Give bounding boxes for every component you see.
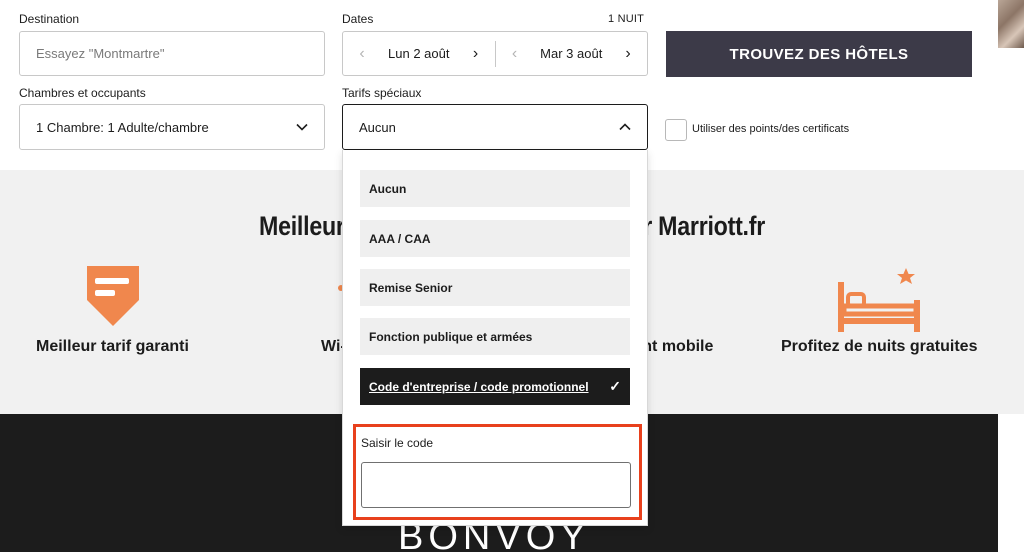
rooms-select[interactable]: 1 Chambre: 1 Adulte/chambre [19,104,325,150]
chevron-up-icon [619,121,631,133]
rate-option-senior[interactable]: Remise Senior [360,269,630,306]
promo-code-input[interactable] [361,462,631,508]
chevron-right-icon[interactable]: › [621,45,635,62]
code-entry-area: Saisir le code [353,424,642,520]
rate-option-label: Aucun [369,181,407,196]
checkout-date[interactable]: ‹ Mar 3 août › [496,32,648,75]
right-strip [998,414,1024,552]
rate-option-government[interactable]: Fonction publique et armées [360,318,630,355]
nights-count: 1 NUIT [608,13,645,25]
chevron-left-icon[interactable]: ‹ [508,45,522,62]
feature-label-price: Meilleur tarif garanti [36,338,189,355]
rooms-value: 1 Chambre: 1 Adulte/chambre [36,119,209,135]
use-points-label: Utiliser des points/des certificats [692,123,850,135]
use-points-checkbox[interactable] [665,119,687,141]
chevron-right-icon[interactable]: › [468,45,482,62]
feature-label-nights: Profitez de nuits gratuites [781,338,978,355]
corner-photo [998,0,1024,48]
rate-option-label: Code d'entreprise / code promotionnel [369,379,589,394]
bed-star-icon [836,266,922,339]
chevron-down-icon [296,121,308,133]
rate-option-none[interactable]: Aucun [360,170,630,207]
code-label: Saisir le code [361,436,434,450]
dates-picker[interactable]: ‹ Lun 2 août › ‹ Mar 3 août › [342,31,648,76]
checkin-date[interactable]: ‹ Lun 2 août › [343,32,495,75]
dates-label: Dates [342,12,374,26]
rates-label: Tarifs spéciaux [342,86,422,100]
checkmark-icon: ✓ [609,378,621,394]
search-form: Destination Dates 1 NUIT ‹ Lun 2 août › … [0,0,1024,170]
rate-option-aaa[interactable]: AAA / CAA [360,220,630,257]
checkout-date-text: Mar 3 août [540,46,603,61]
rates-value: Aucun [359,119,396,135]
chevron-left-icon[interactable]: ‹ [355,45,369,62]
find-hotels-button[interactable]: TROUVEZ DES HÔTELS [666,31,972,77]
rate-option-label: AAA / CAA [369,231,431,246]
rooms-label: Chambres et occupants [19,86,146,100]
destination-input[interactable] [19,31,325,76]
rate-option-corporate-code[interactable]: Code d'entreprise / code promotionnel ✓ [360,368,630,405]
special-rates-dropdown: Aucun AAA / CAA Remise Senior Fonction p… [342,150,648,526]
destination-label: Destination [19,12,80,26]
price-tag-icon [85,264,141,333]
special-rates-select[interactable]: Aucun [342,104,648,150]
rate-option-label: Fonction publique et armées [369,329,533,344]
checkin-date-text: Lun 2 août [388,46,450,61]
rate-option-label: Remise Senior [369,280,453,295]
